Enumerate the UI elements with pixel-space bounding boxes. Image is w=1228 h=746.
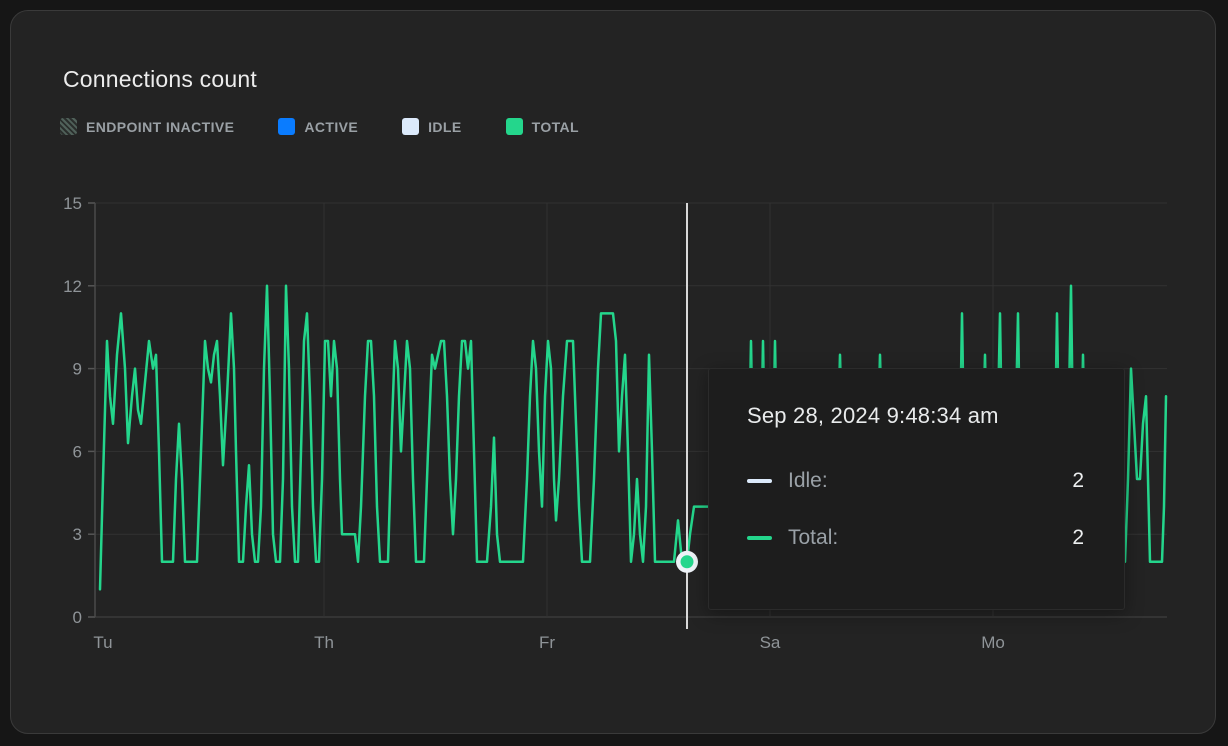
series-dash-icon [747,479,772,483]
tooltip-rows: Idle: 2 Total: 2 [747,469,1084,550]
x-tick-label: Mo [981,633,1005,652]
tooltip-row-total: Total: 2 [747,526,1084,550]
x-tick-label: Tu [93,633,112,652]
x-tick-label: Th [314,633,334,652]
tooltip-row-label: Total: [788,526,838,550]
series-dash-icon [747,536,772,540]
y-tick-label: 12 [63,277,82,296]
y-tick-label: 0 [73,608,82,627]
page: { "card": { "title": "Connections count"… [0,0,1228,746]
y-tick-label: 6 [73,442,82,461]
y-tick-label: 9 [73,360,82,379]
tooltip-row-value: 2 [1072,526,1084,550]
y-tick-label: 3 [73,525,82,544]
chart-tooltip: Sep 28, 2024 9:48:34 am Idle: 2 Total: 2 [708,368,1125,610]
tooltip-row-value: 2 [1072,469,1084,493]
hover-marker-dot [681,555,694,568]
tooltip-row-label: Idle: [788,469,828,493]
tooltip-row-idle: Idle: 2 [747,469,1084,493]
tooltip-timestamp: Sep 28, 2024 9:48:34 am [747,403,1084,429]
x-tick-label: Fr [539,633,555,652]
y-tick-label: 15 [63,194,82,213]
x-tick-label: Sa [760,633,781,652]
